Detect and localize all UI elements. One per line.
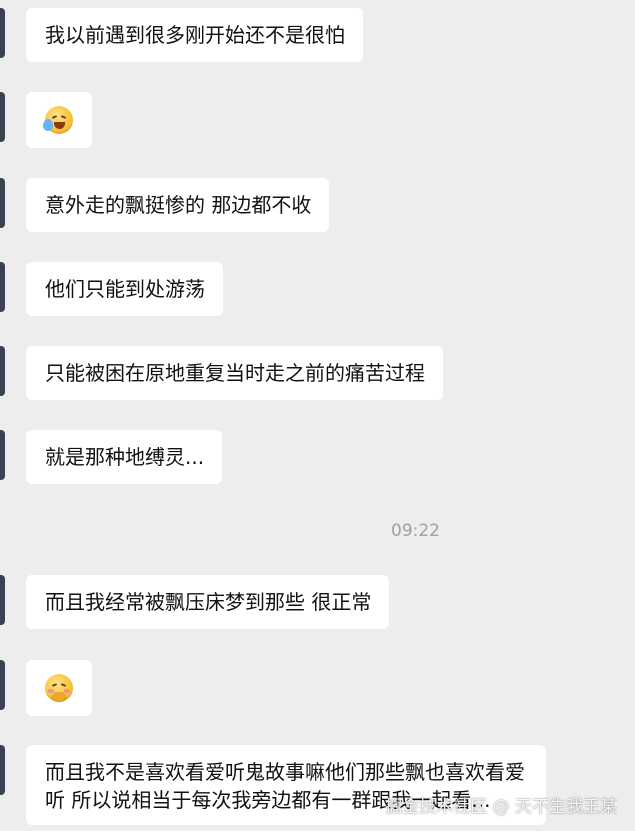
shy-emoji-icon bbox=[45, 674, 73, 702]
message-bubble[interactable]: 只能被困在原地重复当时走之前的痛苦过程 bbox=[26, 346, 443, 400]
message-bubble[interactable]: 意外走的飘挺惨的 那边都不收 bbox=[26, 178, 330, 232]
chat-area: 我以前遇到很多刚开始还不是很怕 意外走的飘挺惨的 那边都不收 他们只能到处游荡 … bbox=[0, 0, 635, 831]
avatar[interactable] bbox=[0, 92, 5, 142]
message-text: 就是那种地缚灵... bbox=[45, 445, 205, 469]
message-bubble[interactable]: 他们只能到处游荡 bbox=[26, 262, 223, 316]
avatar[interactable] bbox=[0, 346, 5, 396]
message-bubble[interactable] bbox=[26, 660, 92, 716]
avatar[interactable] bbox=[0, 660, 5, 710]
message-bubble[interactable]: 我以前遇到很多刚开始还不是很怕 bbox=[26, 8, 363, 62]
avatar[interactable] bbox=[0, 745, 5, 795]
message-bubble[interactable]: 就是那种地缚灵... bbox=[26, 430, 223, 484]
message-text: 我以前遇到很多刚开始还不是很怕 bbox=[45, 23, 345, 47]
avatar[interactable] bbox=[0, 262, 5, 312]
message-bubble[interactable]: 而且我经常被飘压床梦到那些 很正常 bbox=[26, 575, 390, 629]
message-text: 意外走的飘挺惨的 那边都不收 bbox=[45, 193, 312, 217]
avatar[interactable] bbox=[0, 8, 5, 58]
message-text: 只能被困在原地重复当时走之前的痛苦过程 bbox=[45, 361, 425, 385]
crying-laughing-emoji-icon bbox=[43, 106, 73, 134]
avatar[interactable] bbox=[0, 575, 5, 625]
watermark: 掘金技术社区 @ 天不生我王某 bbox=[385, 797, 617, 817]
message-bubble[interactable] bbox=[26, 92, 92, 148]
avatar[interactable] bbox=[0, 178, 5, 228]
message-timestamp: 09:22 bbox=[391, 521, 440, 541]
message-text: 他们只能到处游荡 bbox=[45, 277, 205, 301]
avatar[interactable] bbox=[0, 430, 5, 480]
message-text: 而且我经常被飘压床梦到那些 很正常 bbox=[45, 590, 372, 614]
